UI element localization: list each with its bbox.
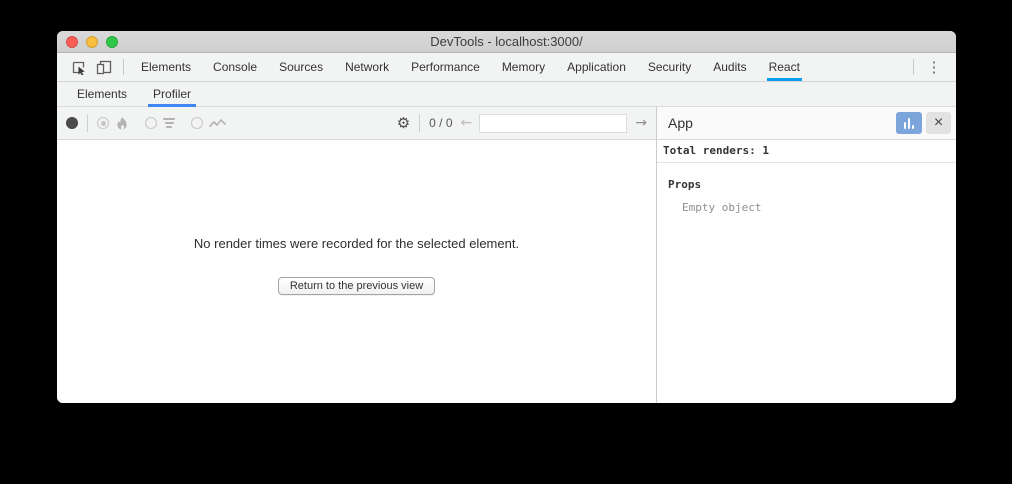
- ranked-chart-icon: [163, 118, 175, 128]
- profiler-chart-area: No render times were recorded for the se…: [57, 140, 657, 403]
- close-icon: ×: [934, 115, 943, 131]
- record-button[interactable]: [66, 117, 78, 129]
- toolbar-divider: [87, 114, 88, 132]
- devtools-menu-button[interactable]: ⋮: [920, 53, 948, 81]
- empty-state-message: No render times were recorded for the se…: [194, 236, 519, 251]
- chart-mode-interactions[interactable]: [191, 117, 226, 129]
- tab-audits[interactable]: Audits: [702, 53, 757, 81]
- tab-console[interactable]: Console: [202, 53, 268, 81]
- tab-application[interactable]: Application: [556, 53, 637, 81]
- zoom-window-button[interactable]: [106, 36, 118, 48]
- details-panel-header: App ×: [657, 107, 956, 139]
- return-previous-view-button[interactable]: Return to the previous view: [278, 277, 435, 295]
- react-subtab-bar: Elements Profiler: [57, 82, 956, 107]
- profiler-toolbar-row: ⚙ 0 / 0 ← → App ×: [57, 107, 956, 140]
- ranked-radio[interactable]: [145, 117, 157, 129]
- snapshot-search-input[interactable]: [479, 114, 627, 133]
- close-window-button[interactable]: [66, 36, 78, 48]
- next-snapshot-arrow-icon[interactable]: →: [635, 116, 647, 130]
- inspect-element-button[interactable]: [65, 53, 91, 81]
- details-panel: Total renders: 1 Props Empty object: [657, 140, 956, 403]
- previous-snapshot-arrow-icon[interactable]: ←: [461, 116, 473, 130]
- toolbar-divider: [419, 114, 420, 132]
- devtools-window: DevTools - localhost:3000/ Elements Co: [57, 31, 956, 403]
- settings-gear-icon[interactable]: ⚙: [397, 116, 410, 131]
- profiler-toolbar: ⚙ 0 / 0 ← →: [57, 107, 657, 139]
- title-bar: DevTools - localhost:3000/: [57, 31, 956, 53]
- flamegraph-radio[interactable]: [97, 117, 109, 129]
- subtab-profiler[interactable]: Profiler: [140, 82, 204, 106]
- traffic-lights: [66, 36, 118, 48]
- flamegraph-icon: [115, 116, 129, 131]
- tab-react[interactable]: React: [758, 53, 811, 81]
- snapshot-counter: 0 / 0: [429, 116, 452, 130]
- inspect-cursor-icon: [71, 60, 86, 75]
- profiler-content: No render times were recorded for the se…: [57, 140, 956, 403]
- selected-component-name: App: [668, 115, 896, 131]
- window-title: DevTools - localhost:3000/: [430, 34, 582, 49]
- props-value: Empty object: [657, 201, 956, 214]
- chart-mode-ranked[interactable]: [145, 117, 175, 129]
- render-chart-toggle-button[interactable]: [896, 112, 922, 134]
- subtab-elements[interactable]: Elements: [64, 82, 140, 106]
- tab-performance[interactable]: Performance: [400, 53, 491, 81]
- device-toolbar-icon: [96, 60, 112, 75]
- devtools-tab-bar: Elements Console Sources Network Perform…: [57, 53, 956, 82]
- total-renders-row: Total renders: 1: [657, 140, 956, 163]
- tab-memory[interactable]: Memory: [491, 53, 556, 81]
- toggle-device-toolbar-button[interactable]: [91, 53, 117, 81]
- close-details-button[interactable]: ×: [926, 112, 951, 134]
- toolbar-divider: [123, 59, 124, 75]
- interactions-radio[interactable]: [191, 117, 203, 129]
- tab-security[interactable]: Security: [637, 53, 702, 81]
- interactions-chart-icon: [209, 118, 226, 129]
- kebab-menu-icon: ⋮: [927, 58, 942, 76]
- tab-elements[interactable]: Elements: [130, 53, 202, 81]
- minimize-window-button[interactable]: [86, 36, 98, 48]
- menu-divider: [913, 59, 914, 75]
- chart-mode-flamegraph[interactable]: [97, 116, 129, 131]
- tab-network[interactable]: Network: [334, 53, 400, 81]
- props-section-label: Props: [657, 178, 956, 191]
- tab-sources[interactable]: Sources: [268, 53, 334, 81]
